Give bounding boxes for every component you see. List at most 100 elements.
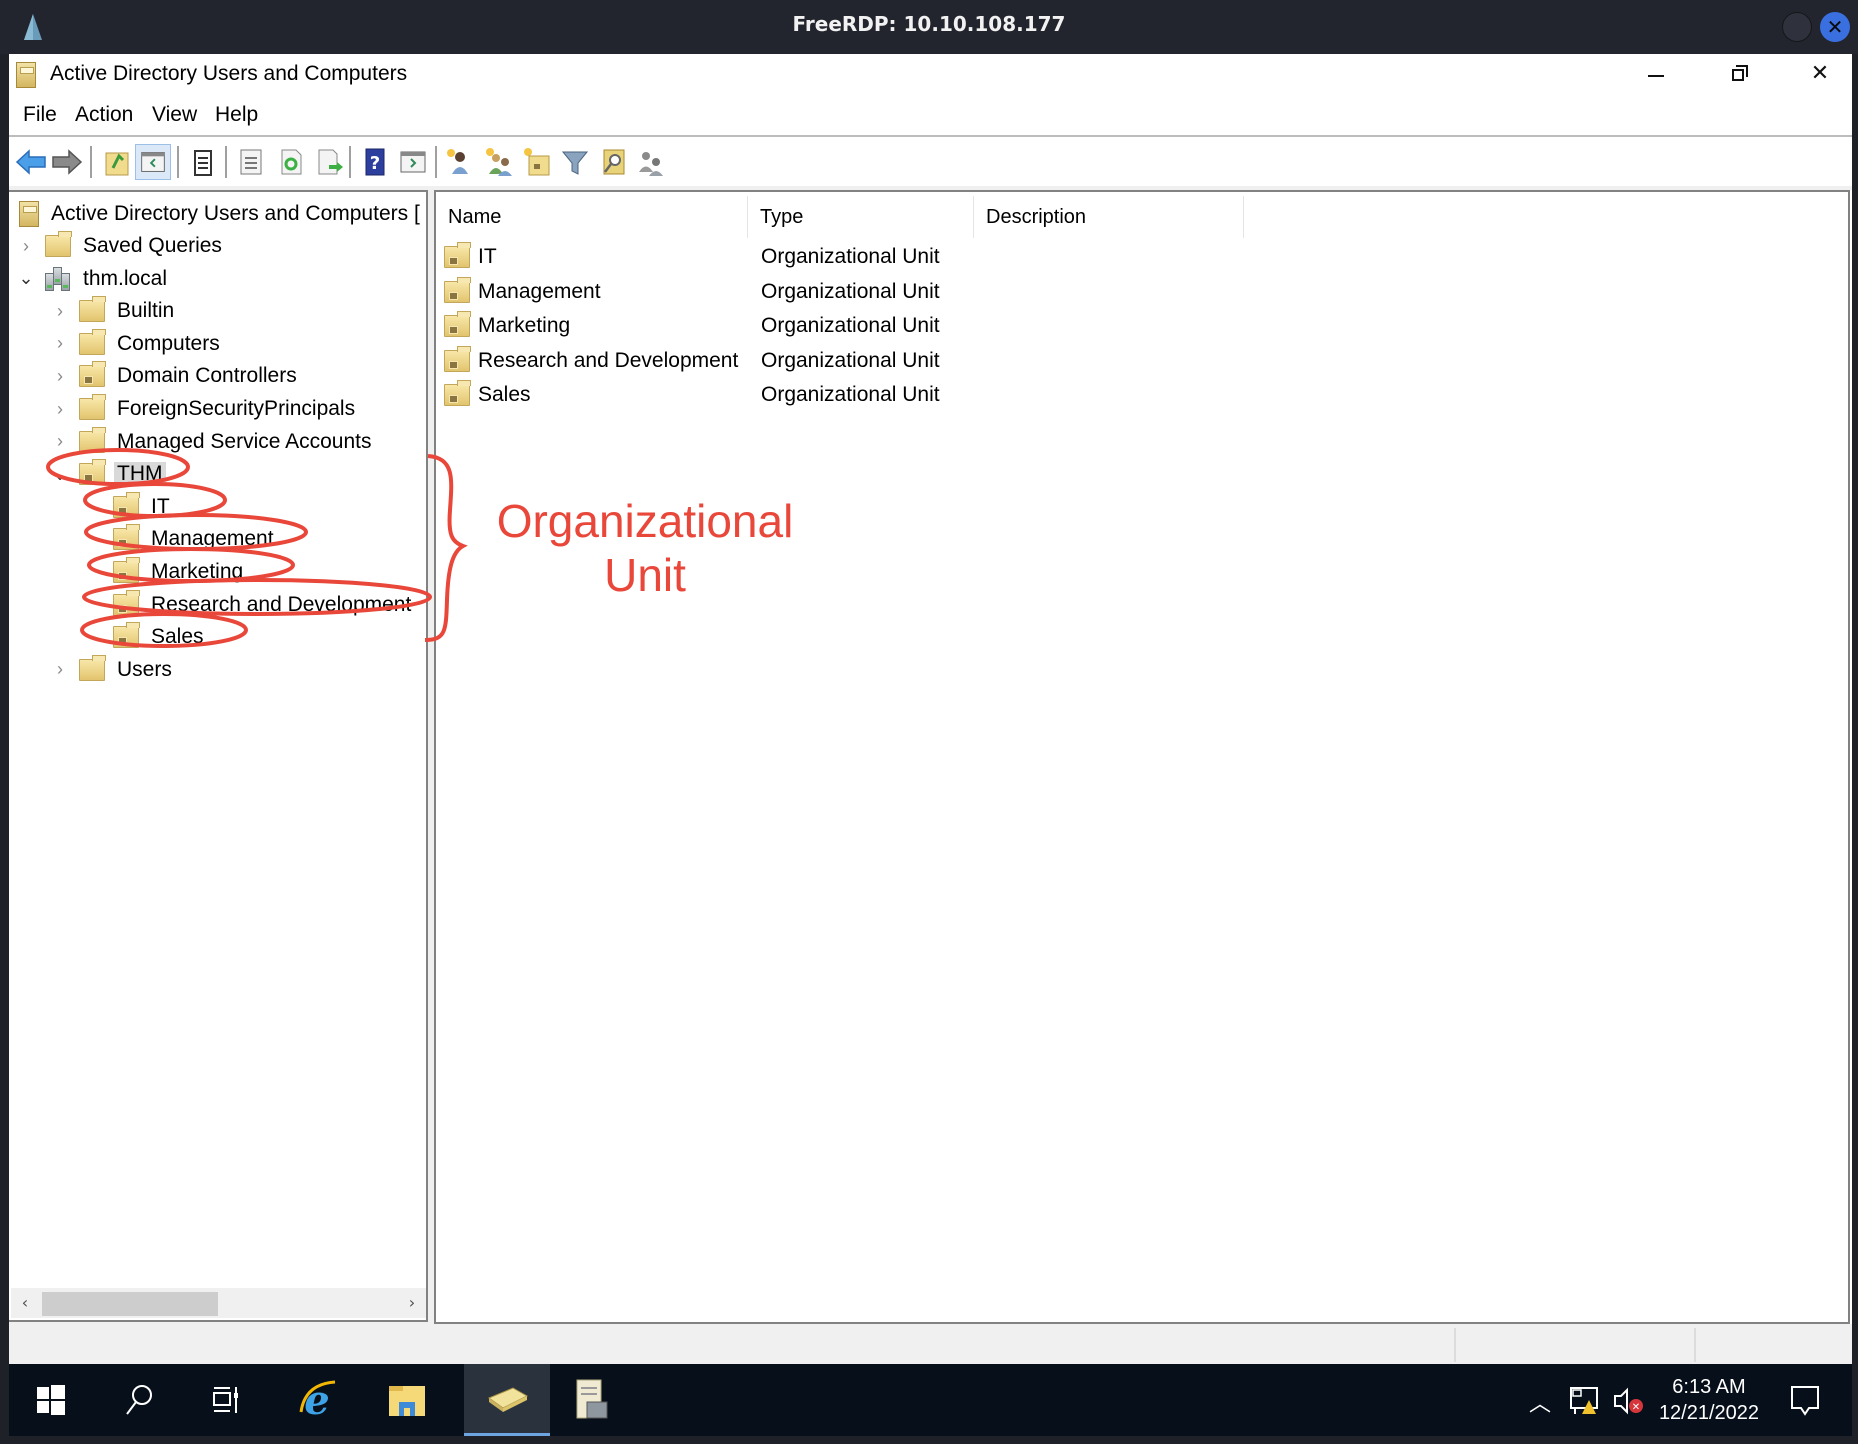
menu-view[interactable]: View [152, 103, 197, 127]
tree-item[interactable]: › Builtin [51, 295, 174, 327]
chevron-down-icon[interactable]: ⌄ [51, 464, 69, 485]
restore-button[interactable] [1708, 58, 1768, 90]
find-icon[interactable] [595, 144, 631, 180]
new-group-icon[interactable] [481, 144, 517, 180]
svg-text:✕: ✕ [1632, 1402, 1640, 1413]
list-row[interactable]: Sales Organizational Unit [444, 378, 991, 412]
column-header-name[interactable]: Name [436, 196, 748, 238]
ou-folder-icon [113, 524, 140, 551]
svg-text:?: ? [370, 153, 380, 174]
tree-item[interactable]: › Saved Queries [17, 230, 222, 262]
tree-item[interactable]: Research and Development [85, 589, 411, 621]
new-user-icon[interactable] [441, 144, 477, 180]
back-arrow-icon[interactable] [13, 144, 49, 180]
ou-folder-icon [444, 311, 471, 337]
chevron-right-icon[interactable]: › [17, 236, 35, 257]
row-name: Management [478, 279, 601, 303]
aduc-root-icon [19, 201, 39, 227]
show-hidden-icons-button[interactable]: ︿ [1529, 1386, 1551, 1418]
folder-icon [45, 231, 72, 257]
scroll-right-button[interactable]: › [402, 1292, 422, 1314]
toolbar-separator [225, 146, 227, 178]
list-row[interactable]: Research and Development Organizational U… [444, 344, 991, 378]
ou-folder-icon [444, 345, 471, 372]
tree-item[interactable]: › Domain Controllers [51, 360, 297, 392]
add-to-group-icon[interactable] [633, 144, 669, 180]
start-button[interactable] [19, 1364, 83, 1436]
rdp-titlebar: FreeRDP: 10.10.108.177 ✕ [0, 0, 1858, 54]
document-toolbox-icon [576, 1379, 608, 1419]
tree-item[interactable]: ⌄ THM [51, 458, 166, 490]
list-row[interactable]: Management Organizational Unit [444, 275, 991, 309]
internet-explorer-icon: e [299, 1378, 336, 1422]
menu-bar: File Action View Help [9, 94, 1852, 134]
rdp-close-button[interactable]: ✕ [1820, 12, 1850, 42]
filter-icon[interactable] [557, 144, 593, 180]
file-explorer-button[interactable] [375, 1364, 439, 1436]
clipboard-icon[interactable] [185, 144, 221, 180]
menu-file[interactable]: File [23, 103, 57, 127]
menu-action[interactable]: Action [75, 103, 133, 127]
tree-item[interactable]: Sales [85, 621, 204, 653]
aduc-taskbar-button[interactable] [464, 1364, 550, 1436]
aduc-window: Active Directory Users and Computers ✕ F… [9, 54, 1852, 1364]
scrollbar-thumb[interactable] [42, 1292, 218, 1316]
rdp-window-title: FreeRDP: 10.10.108.177 [792, 12, 1066, 36]
horizontal-scrollbar[interactable]: ‹ › [11, 1288, 426, 1318]
action-center-icon[interactable] [1789, 1384, 1821, 1418]
search-button[interactable] [107, 1364, 171, 1436]
chevron-right-icon[interactable]: › [51, 301, 69, 322]
up-folder-icon[interactable] [99, 144, 135, 180]
tree-item-label: Marketing [151, 560, 244, 583]
task-view-button[interactable] [195, 1364, 259, 1436]
tree-item[interactable]: › Managed Service Accounts [51, 426, 371, 458]
tree-item-label: Sales [151, 625, 204, 649]
toolbar-separator [90, 146, 92, 178]
forward-arrow-icon[interactable] [49, 144, 85, 180]
list-row[interactable]: IT Organizational Unit [444, 240, 991, 274]
tree-item[interactable]: Marketing [85, 556, 243, 588]
close-button[interactable]: ✕ [1790, 58, 1850, 90]
tree-item[interactable]: › Users [51, 654, 172, 686]
row-type: Organizational Unit [761, 348, 940, 372]
network-warning-icon[interactable] [1569, 1386, 1601, 1416]
list-row[interactable]: Marketing Organizational Unit [444, 309, 991, 343]
tree-item[interactable]: › ForeignSecurityPrincipals [51, 393, 355, 425]
internet-explorer-button[interactable]: e [285, 1364, 349, 1436]
chevron-right-icon[interactable]: › [51, 366, 69, 387]
tree-item[interactable]: ⌄ thm.local [17, 263, 167, 295]
minimize-button[interactable] [1626, 58, 1686, 90]
scroll-left-button[interactable]: ‹ [15, 1292, 35, 1314]
chevron-right-icon[interactable]: › [51, 431, 69, 452]
ou-folder-icon [113, 557, 140, 583]
tree-item[interactable]: IT [85, 491, 170, 523]
server-manager-button[interactable] [559, 1364, 623, 1436]
taskbar: e ︿ ✕ 6:13 AM 12/21/2022 [9, 1364, 1852, 1436]
new-ou-icon[interactable] [519, 144, 555, 180]
chevron-right-icon[interactable]: › [51, 659, 69, 680]
action-pane-toggle-icon[interactable] [395, 144, 431, 180]
help-icon[interactable]: ? [357, 144, 393, 180]
volume-muted-icon[interactable]: ✕ [1611, 1386, 1645, 1416]
menu-help[interactable]: Help [215, 103, 258, 127]
console-tree-toggle-icon[interactable] [135, 144, 171, 180]
tree-item[interactable]: › Computers [51, 328, 220, 360]
tree-root[interactable]: Active Directory Users and Computers [ [19, 198, 420, 230]
ou-folder-icon [444, 276, 471, 303]
export-list-icon[interactable] [311, 144, 347, 180]
column-header-description[interactable]: Description [974, 196, 1244, 238]
tree-item-label: Managed Service Accounts [117, 429, 372, 453]
aduc-taskbar-icon [487, 1386, 529, 1412]
chevron-right-icon[interactable]: › [51, 399, 69, 420]
folder-icon [79, 328, 106, 355]
chevron-right-icon[interactable]: › [51, 333, 69, 354]
refresh-icon[interactable] [273, 144, 309, 180]
ou-folder-icon [79, 459, 106, 486]
column-header-type[interactable]: Type [748, 196, 974, 238]
chevron-down-icon[interactable]: ⌄ [17, 268, 35, 289]
toolbar-separator [349, 146, 351, 178]
properties-icon[interactable] [233, 144, 269, 180]
rdp-minimize-button[interactable] [1782, 12, 1812, 42]
clock[interactable]: 6:13 AM 12/21/2022 [1649, 1374, 1769, 1426]
tree-item[interactable]: Management [85, 523, 274, 555]
